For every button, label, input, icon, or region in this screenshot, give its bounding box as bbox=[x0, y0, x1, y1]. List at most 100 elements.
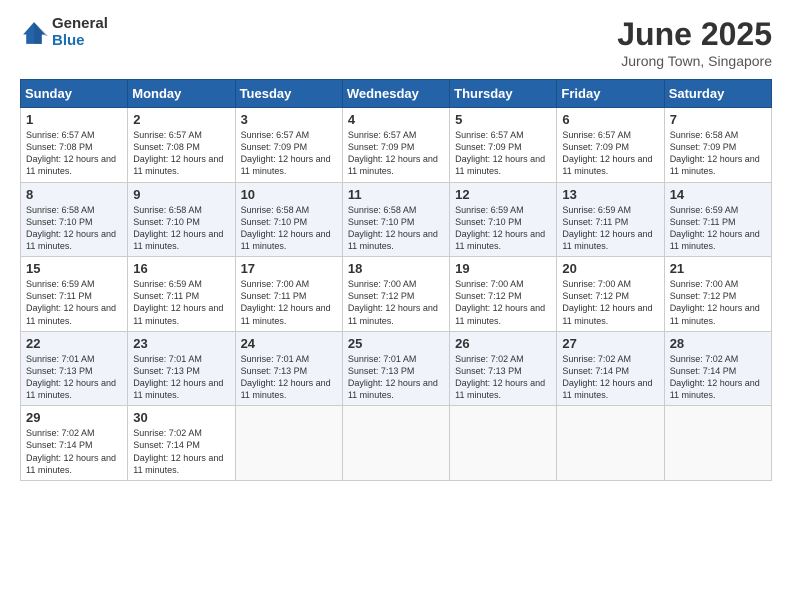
calendar-day: 20 Sunrise: 7:00 AMSunset: 7:12 PMDayligh… bbox=[557, 257, 664, 332]
day-number: 1 bbox=[26, 112, 122, 127]
calendar-day: 1 Sunrise: 6:57 AMSunset: 7:08 PMDaylight… bbox=[21, 108, 128, 183]
day-number: 13 bbox=[562, 187, 658, 202]
day-number: 5 bbox=[455, 112, 551, 127]
day-info: Sunrise: 7:02 AMSunset: 7:14 PMDaylight:… bbox=[670, 353, 766, 402]
calendar-day: 3 Sunrise: 6:57 AMSunset: 7:09 PMDaylight… bbox=[235, 108, 342, 183]
page-header: General Blue June 2025 Jurong Town, Sing… bbox=[20, 16, 772, 69]
day-number: 29 bbox=[26, 410, 122, 425]
day-info: Sunrise: 6:59 AMSunset: 7:11 PMDaylight:… bbox=[133, 278, 229, 327]
day-number: 3 bbox=[241, 112, 337, 127]
day-number: 27 bbox=[562, 336, 658, 351]
calendar-day: 15 Sunrise: 6:59 AMSunset: 7:11 PMDayligh… bbox=[21, 257, 128, 332]
day-number: 26 bbox=[455, 336, 551, 351]
logo-general-text: General bbox=[52, 16, 108, 33]
calendar-day: 13 Sunrise: 6:59 AMSunset: 7:11 PMDayligh… bbox=[557, 182, 664, 257]
day-info: Sunrise: 7:01 AMSunset: 7:13 PMDaylight:… bbox=[133, 353, 229, 402]
day-info: Sunrise: 6:58 AMSunset: 7:10 PMDaylight:… bbox=[241, 204, 337, 253]
day-info: Sunrise: 7:00 AMSunset: 7:12 PMDaylight:… bbox=[562, 278, 658, 327]
calendar-table: SundayMondayTuesdayWednesdayThursdayFrid… bbox=[20, 79, 772, 481]
month-title: June 2025 bbox=[617, 16, 772, 53]
day-info: Sunrise: 6:57 AMSunset: 7:09 PMDaylight:… bbox=[348, 129, 444, 178]
day-info: Sunrise: 6:57 AMSunset: 7:09 PMDaylight:… bbox=[455, 129, 551, 178]
day-info: Sunrise: 7:02 AMSunset: 7:14 PMDaylight:… bbox=[562, 353, 658, 402]
day-number: 30 bbox=[133, 410, 229, 425]
day-number: 20 bbox=[562, 261, 658, 276]
calendar-empty bbox=[235, 406, 342, 481]
day-number: 22 bbox=[26, 336, 122, 351]
calendar-day: 8 Sunrise: 6:58 AMSunset: 7:10 PMDaylight… bbox=[21, 182, 128, 257]
calendar-day: 2 Sunrise: 6:57 AMSunset: 7:08 PMDaylight… bbox=[128, 108, 235, 183]
calendar-day: 26 Sunrise: 7:02 AMSunset: 7:13 PMDayligh… bbox=[450, 331, 557, 406]
day-info: Sunrise: 6:59 AMSunset: 7:11 PMDaylight:… bbox=[670, 204, 766, 253]
calendar-day: 16Sunrise: 6:59 AMSunset: 7:11 PMDayligh… bbox=[128, 257, 235, 332]
day-info: Sunrise: 6:57 AMSunset: 7:08 PMDaylight:… bbox=[133, 129, 229, 178]
calendar-week-row: 29 Sunrise: 7:02 AMSunset: 7:14 PMDayligh… bbox=[21, 406, 772, 481]
calendar-day: 11 Sunrise: 6:58 AMSunset: 7:10 PMDayligh… bbox=[342, 182, 449, 257]
calendar-empty bbox=[450, 406, 557, 481]
day-number: 12 bbox=[455, 187, 551, 202]
day-number: 23 bbox=[133, 336, 229, 351]
weekday-header-saturday: Saturday bbox=[664, 80, 771, 108]
day-number: 6 bbox=[562, 112, 658, 127]
calendar-day: 27 Sunrise: 7:02 AMSunset: 7:14 PMDayligh… bbox=[557, 331, 664, 406]
weekday-header-sunday: Sunday bbox=[21, 80, 128, 108]
day-number: 8 bbox=[26, 187, 122, 202]
day-number: 18 bbox=[348, 261, 444, 276]
day-number: 24 bbox=[241, 336, 337, 351]
day-number: 14 bbox=[670, 187, 766, 202]
day-number: 2 bbox=[133, 112, 229, 127]
calendar-day: 17Sunrise: 7:00 AMSunset: 7:11 PMDayligh… bbox=[235, 257, 342, 332]
calendar-week-row: 1 Sunrise: 6:57 AMSunset: 7:08 PMDaylight… bbox=[21, 108, 772, 183]
day-info: Sunrise: 7:02 AMSunset: 7:13 PMDaylight:… bbox=[455, 353, 551, 402]
day-info: Sunrise: 6:58 AMSunset: 7:10 PMDaylight:… bbox=[26, 204, 122, 253]
day-info: Sunrise: 6:58 AMSunset: 7:10 PMDaylight:… bbox=[348, 204, 444, 253]
day-number: 9 bbox=[133, 187, 229, 202]
calendar-day: 5 Sunrise: 6:57 AMSunset: 7:09 PMDaylight… bbox=[450, 108, 557, 183]
day-number: 17 bbox=[241, 261, 337, 276]
day-number: 7 bbox=[670, 112, 766, 127]
day-info: Sunrise: 6:57 AMSunset: 7:09 PMDaylight:… bbox=[562, 129, 658, 178]
calendar-week-row: 22 Sunrise: 7:01 AMSunset: 7:13 PMDayligh… bbox=[21, 331, 772, 406]
day-number: 10 bbox=[241, 187, 337, 202]
calendar-day: 22 Sunrise: 7:01 AMSunset: 7:13 PMDayligh… bbox=[21, 331, 128, 406]
calendar-day: 29 Sunrise: 7:02 AMSunset: 7:14 PMDayligh… bbox=[21, 406, 128, 481]
logo-text: General Blue bbox=[52, 16, 108, 49]
day-info: Sunrise: 7:02 AMSunset: 7:14 PMDaylight:… bbox=[133, 427, 229, 476]
calendar-day: 6 Sunrise: 6:57 AMSunset: 7:09 PMDaylight… bbox=[557, 108, 664, 183]
day-info: Sunrise: 7:00 AMSunset: 7:12 PMDaylight:… bbox=[348, 278, 444, 327]
calendar-day: 10 Sunrise: 6:58 AMSunset: 7:10 PMDayligh… bbox=[235, 182, 342, 257]
calendar-day: 24 Sunrise: 7:01 AMSunset: 7:13 PMDayligh… bbox=[235, 331, 342, 406]
calendar-day: 23 Sunrise: 7:01 AMSunset: 7:13 PMDayligh… bbox=[128, 331, 235, 406]
calendar-day: 12 Sunrise: 6:59 AMSunset: 7:10 PMDayligh… bbox=[450, 182, 557, 257]
day-info: Sunrise: 6:57 AMSunset: 7:09 PMDaylight:… bbox=[241, 129, 337, 178]
day-info: Sunrise: 7:01 AMSunset: 7:13 PMDaylight:… bbox=[26, 353, 122, 402]
calendar-day: 19Sunrise: 7:00 AMSunset: 7:12 PMDayligh… bbox=[450, 257, 557, 332]
day-info: Sunrise: 6:59 AMSunset: 7:11 PMDaylight:… bbox=[26, 278, 122, 327]
calendar-day: 18 Sunrise: 7:00 AMSunset: 7:12 PMDayligh… bbox=[342, 257, 449, 332]
calendar-day: 30 Sunrise: 7:02 AMSunset: 7:14 PMDayligh… bbox=[128, 406, 235, 481]
calendar-day: 9Sunrise: 6:58 AMSunset: 7:10 PMDaylight… bbox=[128, 182, 235, 257]
calendar-day: 28 Sunrise: 7:02 AMSunset: 7:14 PMDayligh… bbox=[664, 331, 771, 406]
day-number: 21 bbox=[670, 261, 766, 276]
day-info: Sunrise: 6:57 AMSunset: 7:08 PMDaylight:… bbox=[26, 129, 122, 178]
day-info: Sunrise: 6:59 AMSunset: 7:10 PMDaylight:… bbox=[455, 204, 551, 253]
day-number: 25 bbox=[348, 336, 444, 351]
day-number: 15 bbox=[26, 261, 122, 276]
logo-blue-text: Blue bbox=[52, 33, 108, 50]
logo: General Blue bbox=[20, 16, 108, 49]
day-number: 28 bbox=[670, 336, 766, 351]
calendar-day: 25Sunrise: 7:01 AMSunset: 7:13 PMDayligh… bbox=[342, 331, 449, 406]
day-info: Sunrise: 7:01 AMSunset: 7:13 PMDaylight:… bbox=[241, 353, 337, 402]
day-number: 11 bbox=[348, 187, 444, 202]
weekday-header-friday: Friday bbox=[557, 80, 664, 108]
day-info: Sunrise: 7:00 AMSunset: 7:12 PMDaylight:… bbox=[455, 278, 551, 327]
weekday-header-monday: Monday bbox=[128, 80, 235, 108]
weekday-header-wednesday: Wednesday bbox=[342, 80, 449, 108]
day-info: Sunrise: 6:58 AMSunset: 7:09 PMDaylight:… bbox=[670, 129, 766, 178]
weekday-header-tuesday: Tuesday bbox=[235, 80, 342, 108]
calendar-empty bbox=[342, 406, 449, 481]
calendar-week-row: 15 Sunrise: 6:59 AMSunset: 7:11 PMDayligh… bbox=[21, 257, 772, 332]
calendar-empty bbox=[557, 406, 664, 481]
day-info: Sunrise: 6:59 AMSunset: 7:11 PMDaylight:… bbox=[562, 204, 658, 253]
day-info: Sunrise: 7:02 AMSunset: 7:14 PMDaylight:… bbox=[26, 427, 122, 476]
